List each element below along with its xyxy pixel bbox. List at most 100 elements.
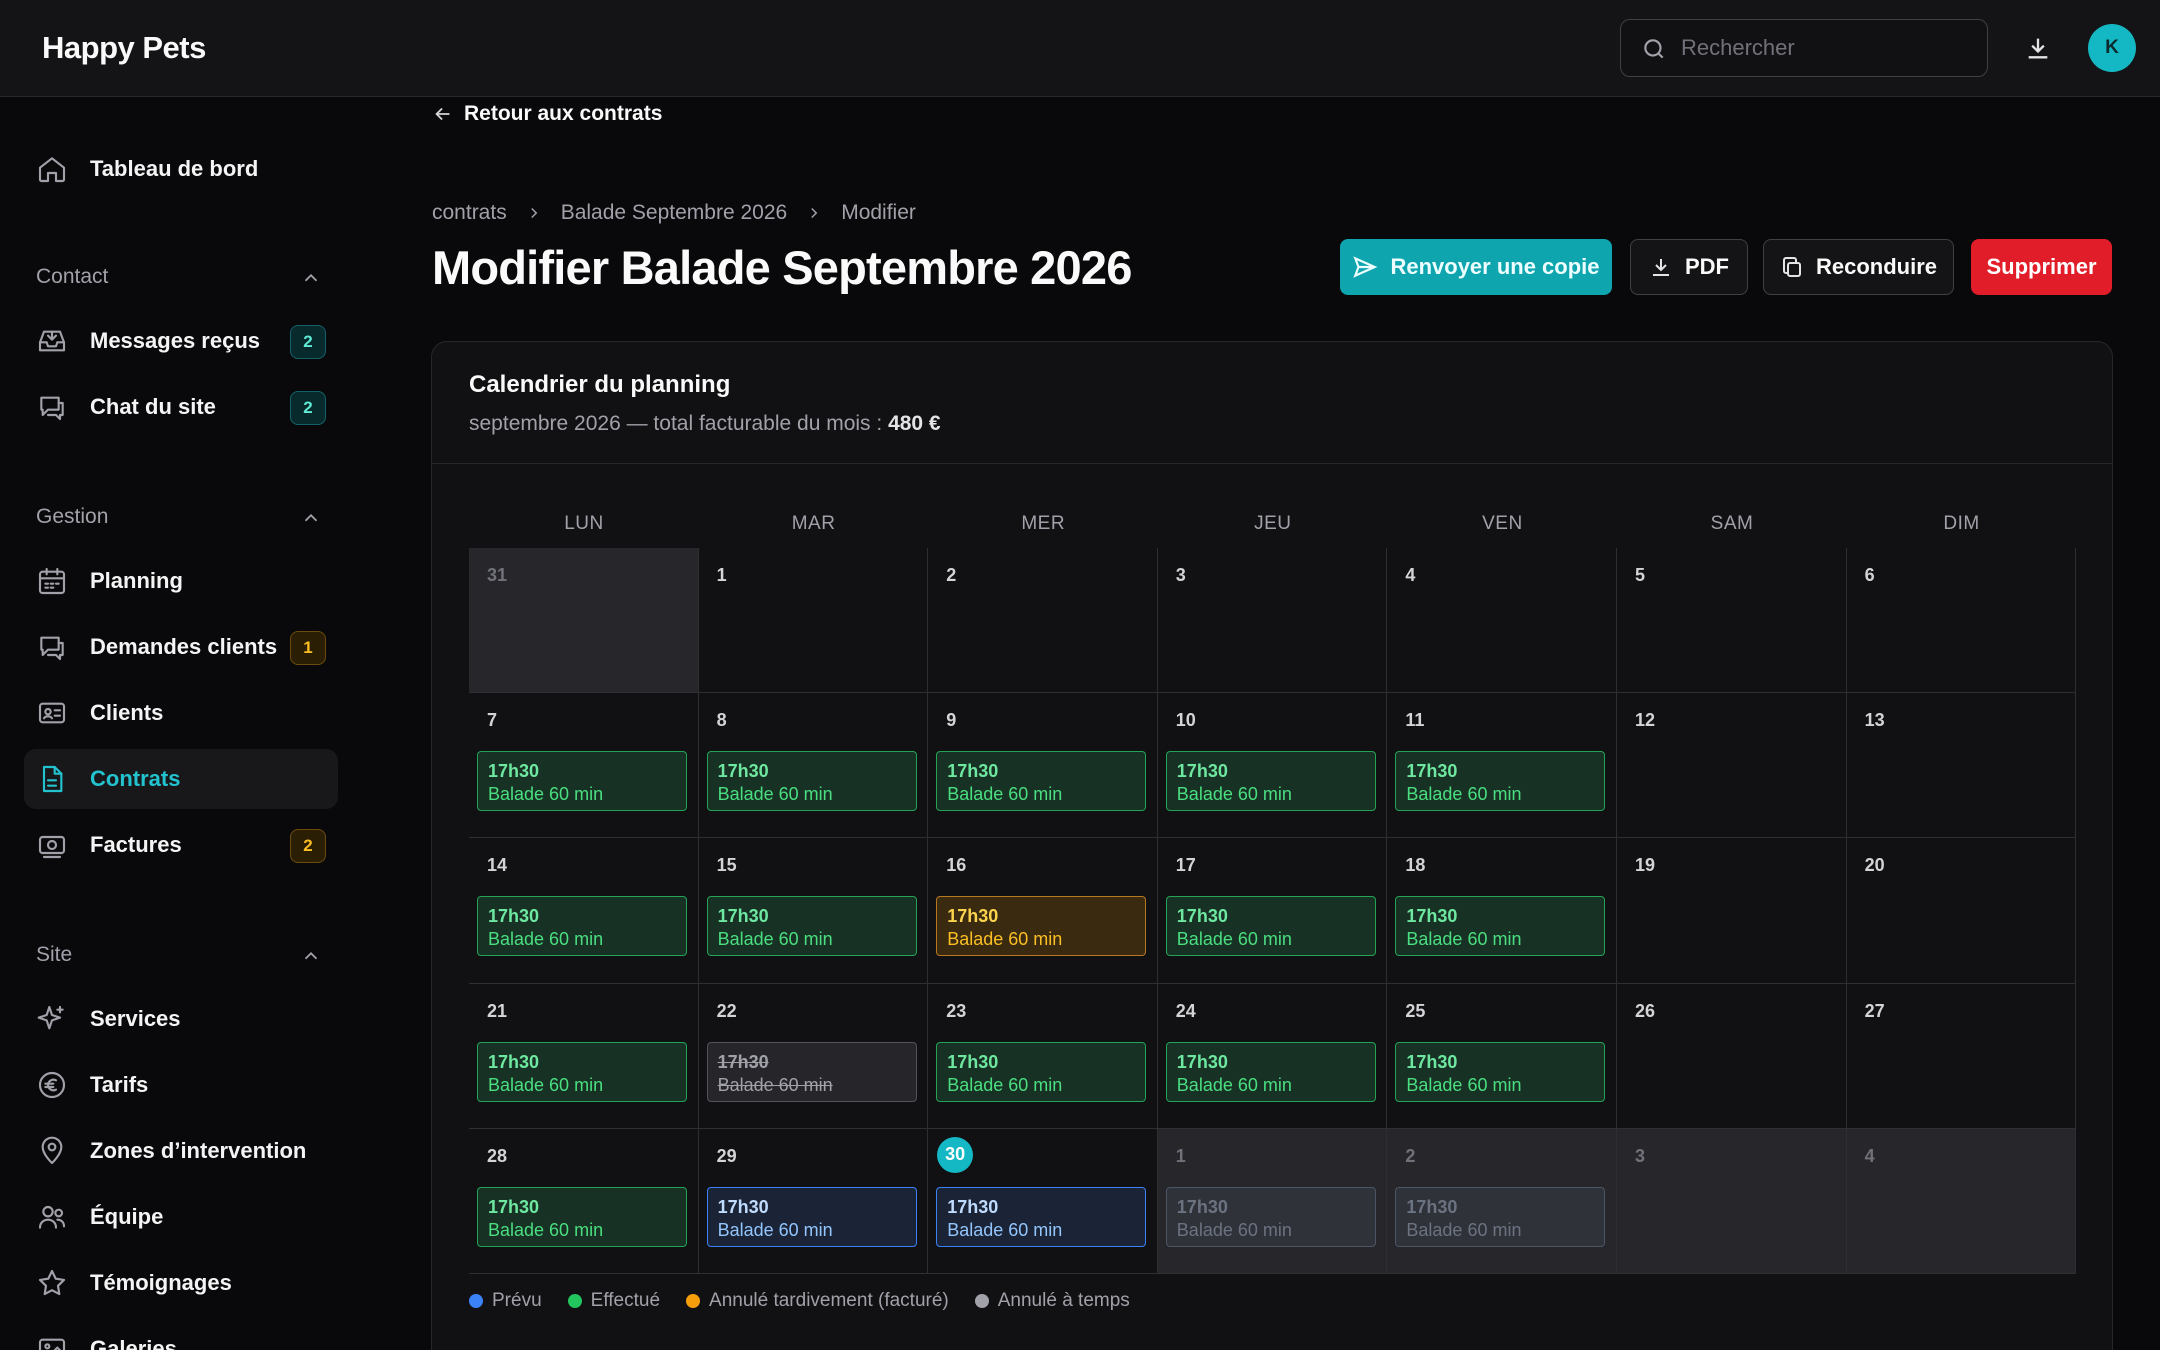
calendar-day-cell[interactable]: 2 17h30 Balade 60 min (1387, 1128, 1617, 1274)
weekday-header: MAR (791, 513, 836, 534)
calendar-event[interactable]: 17h30 Balade 60 min (706, 1041, 917, 1102)
calendar-day-cell[interactable]: 24 17h30 Balade 60 min (1157, 983, 1388, 1129)
calendar-day-cell[interactable]: 1 (698, 548, 929, 694)
calendar-event[interactable]: 17h30 Balade 60 min (936, 1186, 1147, 1247)
calendar-day-cell[interactable]: 10 17h30 Balade 60 min (1157, 693, 1388, 839)
sidebar-section-0[interactable]: Contact (36, 265, 318, 289)
calendar-day-cell[interactable]: 13 (1846, 693, 2077, 839)
calendar-icon (38, 567, 66, 595)
calendar-day-cell[interactable]: 8 17h30 Balade 60 min (698, 693, 929, 839)
resend-copy-button[interactable]: Renvoyer une copie (1340, 239, 1612, 295)
calendar-event[interactable]: 17h30 Balade 60 min (477, 896, 687, 957)
calendar-day-cell[interactable]: 7 17h30 Balade 60 min (469, 693, 699, 839)
calendar-day-cell[interactable]: 28 17h30 Balade 60 min (469, 1128, 699, 1274)
calendar-event[interactable]: 17h30 Balade 60 min (706, 896, 917, 957)
sidebar: Tableau de bord Contact Messages reçus 2 Cha… (0, 97, 360, 1350)
download-button[interactable] (2018, 28, 2058, 68)
calendar-day-cell[interactable]: 20 (1846, 838, 2077, 984)
calendar-day-cell[interactable]: 23 17h30 Balade 60 min (928, 983, 1158, 1129)
calendar-event[interactable]: 17h30 Balade 60 min (1165, 751, 1376, 812)
calendar-event[interactable]: 17h30 Balade 60 min (1165, 1186, 1376, 1247)
calendar-event[interactable]: 17h30 Balade 60 min (936, 896, 1147, 957)
calendar-event[interactable]: 17h30 Balade 60 min (936, 1041, 1147, 1102)
calendar-day-cell[interactable]: 9 17h30 Balade 60 min (928, 693, 1158, 839)
event-time: 17h30 (1406, 1051, 1458, 1072)
calendar-day-cell[interactable]: 31 (469, 548, 699, 694)
breadcrumb-contrats[interactable]: contrats (432, 201, 507, 225)
chat-icon (40, 636, 64, 661)
calendar-day-cell[interactable]: 3 (1157, 548, 1388, 694)
calendar-day-cell[interactable]: 15 17h30 Balade 60 min (698, 838, 929, 984)
calendar-event[interactable]: 17h30 Balade 60 min (1395, 896, 1606, 957)
sidebar-item-2-1[interactable]: Tarifs (24, 1055, 338, 1115)
sidebar-item-2-5[interactable]: Galeries (24, 1319, 338, 1350)
day-number: 4 (1864, 1145, 1875, 1166)
sidebar-section-1[interactable]: Gestion (36, 505, 318, 529)
sidebar-item-2-4[interactable]: Témoignages (24, 1253, 338, 1313)
sidebar-item-tableau-de-bord[interactable]: Tableau de bord (24, 139, 338, 199)
day-number: 1 (716, 565, 727, 585)
calendar-event[interactable]: 17h30 Balade 60 min (477, 1186, 687, 1247)
sidebar-item-2-2[interactable]: Zones d’intervention (24, 1121, 338, 1181)
calendar-day-cell[interactable]: 14 17h30 Balade 60 min (469, 838, 699, 984)
calendar-day-cell[interactable]: 11 17h30 Balade 60 min (1387, 693, 1617, 839)
day-number: 21 (487, 1000, 508, 1021)
sidebar-section-2[interactable]: Site (36, 943, 318, 967)
event-label: Balade 60 min (1406, 1074, 1522, 1095)
calendar-day-cell[interactable]: 3 (1617, 1128, 1847, 1274)
sidebar-item-2-3[interactable]: Équipe (24, 1187, 338, 1247)
breadcrumb-contract[interactable]: Balade Septembre 2026 (561, 201, 788, 225)
calendar-title: Calendrier du planning (469, 371, 731, 398)
calendar-event[interactable]: 17h30 Balade 60 min (1395, 1186, 1606, 1247)
calendar-day-cell[interactable]: 12 (1617, 693, 1847, 839)
delete-button[interactable]: Supprimer (1971, 239, 2112, 295)
avatar[interactable]: K (2088, 24, 2136, 72)
calendar-day-cell[interactable]: 19 (1617, 838, 1847, 984)
sidebar-item-0-1[interactable]: Chat du site 2 (24, 377, 338, 437)
calendar-day-cell[interactable]: 18 17h30 Balade 60 min (1387, 838, 1617, 984)
calendar-day-cell[interactable]: 22 17h30 Balade 60 min (698, 983, 929, 1129)
calendar-day-cell[interactable]: 17 17h30 Balade 60 min (1157, 838, 1388, 984)
sidebar-item-1-2[interactable]: Clients (24, 683, 338, 743)
calendar-day-cell[interactable]: 30 17h30 Balade 60 min (928, 1128, 1158, 1274)
calendar-day-cell[interactable]: 21 17h30 Balade 60 min (469, 983, 699, 1129)
sidebar-item-2-0[interactable]: Services (24, 989, 338, 1049)
brand-logo[interactable]: Happy Pets (42, 30, 206, 66)
calendar-event[interactable]: 17h30 Balade 60 min (1395, 1041, 1606, 1102)
sidebar-item-1-0[interactable]: Planning (24, 551, 338, 611)
calendar-event[interactable]: 17h30 Balade 60 min (1165, 1041, 1376, 1102)
calendar-event[interactable]: 17h30 Balade 60 min (706, 1186, 917, 1247)
event-label: Balade 60 min (1176, 929, 1292, 950)
calendar-day-cell[interactable]: 4 (1387, 548, 1617, 694)
back-link[interactable]: Retour aux contrats (432, 102, 662, 126)
renew-button[interactable]: Reconduire (1763, 239, 1954, 295)
legend-item: Annulé tardivement (facturé) (686, 1290, 949, 1312)
calendar-day-cell[interactable]: 16 17h30 Balade 60 min (928, 838, 1158, 984)
event-time: 17h30 (1176, 761, 1228, 782)
calendar-day-cell[interactable]: 25 17h30 Balade 60 min (1387, 983, 1617, 1129)
calendar-event[interactable]: 17h30 Balade 60 min (1395, 751, 1606, 812)
calendar-day-cell[interactable]: 2 (928, 548, 1158, 694)
search-input[interactable]: Rechercher (1620, 19, 1988, 77)
day-number: 6 (1864, 565, 1875, 585)
sidebar-item-0-0[interactable]: Messages reçus 2 (24, 311, 338, 371)
calendar-day-cell[interactable]: 4 (1846, 1128, 2077, 1274)
send-icon (1353, 256, 1378, 278)
calendar-event[interactable]: 17h30 Balade 60 min (477, 751, 687, 812)
calendar-day-cell[interactable]: 26 (1617, 983, 1847, 1129)
inbox-icon (38, 330, 66, 352)
calendar-event[interactable]: 17h30 Balade 60 min (706, 751, 917, 812)
pdf-button[interactable]: PDF (1630, 239, 1748, 295)
event-label: Balade 60 min (717, 1074, 833, 1095)
calendar-day-cell[interactable]: 29 17h30 Balade 60 min (698, 1128, 929, 1274)
calendar-event[interactable]: 17h30 Balade 60 min (477, 1041, 687, 1102)
calendar-event[interactable]: 17h30 Balade 60 min (1165, 896, 1376, 957)
calendar-day-cell[interactable]: 6 (1846, 548, 2077, 694)
sidebar-item-1-1[interactable]: Demandes clients 1 (24, 617, 338, 677)
calendar-event[interactable]: 17h30 Balade 60 min (936, 751, 1147, 812)
calendar-day-cell[interactable]: 5 (1617, 548, 1847, 694)
sidebar-item-1-3[interactable]: Contrats (24, 749, 338, 809)
sidebar-item-1-4[interactable]: Factures 2 (24, 815, 338, 875)
calendar-day-cell[interactable]: 27 (1846, 983, 2077, 1129)
calendar-day-cell[interactable]: 1 17h30 Balade 60 min (1157, 1128, 1388, 1274)
